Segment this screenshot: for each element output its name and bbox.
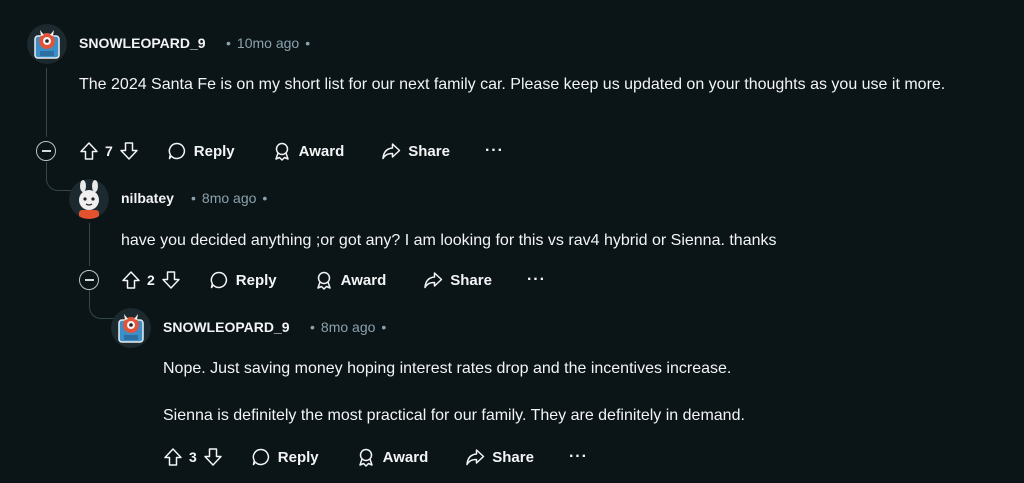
downvote-button[interactable] [119,141,139,161]
avatar-nilbatey-icon [69,179,109,219]
comment-body: have you decided anything ;or got any? I… [121,228,1011,254]
award-label: Award [298,142,345,160]
minus-circle-icon [84,279,94,281]
speech-bubble-icon [168,142,185,160]
comment-actions: 2 Reply Award Share ··· [121,264,546,296]
ellipsis-icon: ··· [568,448,588,465]
thread-connector [89,290,118,319]
share-button[interactable]: Share [381,141,450,161]
comment-meta: • 8mo ago • [191,190,273,206]
arrow-up-outline-icon [122,271,140,289]
arrow-down-outline-icon [120,142,138,160]
upvote-button[interactable] [121,270,141,290]
comment-author[interactable]: nilbatey [121,190,174,206]
downvote-button[interactable] [203,447,223,467]
comment-thread: SNOWLEOPARD_9 • 10mo ago • The 2024 Santa … [0,0,1024,483]
award-ribbon-icon [274,142,289,161]
ellipsis-icon: ··· [526,271,546,288]
avatar[interactable] [27,24,67,64]
comment-paragraph: have you decided anything ;or got any? I… [121,232,777,249]
comment-paragraph: Sienna is definitely the most practical … [163,407,745,424]
reply-button[interactable]: Reply [167,141,235,161]
collapse-button[interactable] [79,270,99,290]
share-label: Share [450,271,492,289]
vote-count: 7 [105,143,113,159]
more-options-button[interactable]: ··· [485,142,504,160]
separator-dot: • [262,190,268,206]
avatar-snowleopard-icon [111,308,151,348]
arrow-down-outline-icon [162,271,180,289]
reply-label: Reply [193,142,235,160]
avatar-snowleopard-icon [27,24,67,64]
reply-label: Reply [277,448,319,466]
award-ribbon-icon [316,271,331,290]
award-label: Award [340,271,387,289]
separator-dot: • [310,319,315,335]
comment-author[interactable]: SNOWLEOPARD_9 [79,35,206,51]
speech-bubble-icon [252,448,269,466]
vote-count: 2 [147,272,155,288]
arrow-down-outline-icon [204,448,222,466]
award-button[interactable]: Award [356,447,429,467]
upvote-button[interactable] [79,141,99,161]
thread-line [89,223,90,266]
speech-bubble-icon [210,271,227,289]
vote-control: 2 [121,270,181,290]
collapse-button[interactable] [36,141,56,161]
upvote-button[interactable] [163,447,183,467]
share-button[interactable]: Share [465,447,534,467]
share-arrow-icon [466,449,485,466]
minus-circle-icon [41,150,51,152]
separator-dot: • [305,35,311,51]
more-options-button[interactable]: ··· [527,271,546,289]
separator-dot: • [381,319,387,335]
vote-control: 7 [79,141,139,161]
share-arrow-icon [424,272,443,289]
award-button[interactable]: Award [314,270,387,290]
comment-paragraph: The 2024 Santa Fe is on my short list fo… [79,76,946,93]
vote-control: 3 [163,447,223,467]
arrow-up-outline-icon [164,448,182,466]
comment-meta: • 8mo ago • [310,319,392,335]
reply-label: Reply [235,271,277,289]
share-label: Share [492,448,534,466]
comment-actions: 7 Reply Award Share ··· [79,135,504,167]
avatar[interactable] [111,308,151,348]
comment-actions: 3 Reply Award Share ··· [163,441,588,473]
share-label: Share [408,142,450,160]
share-arrow-icon [382,143,401,160]
downvote-button[interactable] [161,270,181,290]
vote-count: 3 [189,449,197,465]
avatar[interactable] [69,179,109,219]
award-label: Award [382,448,429,466]
reply-button[interactable]: Reply [251,447,319,467]
comment-author[interactable]: SNOWLEOPARD_9 [163,319,290,335]
comment-meta: • 10mo ago • [226,35,316,51]
separator-dot: • [226,35,231,51]
ellipsis-icon: ··· [484,142,504,159]
award-button[interactable]: Award [272,141,345,161]
more-options-button[interactable]: ··· [569,448,588,466]
arrow-up-outline-icon [80,142,98,160]
award-ribbon-icon [358,448,373,467]
share-button[interactable]: Share [423,270,492,290]
comment-timestamp[interactable]: 10mo ago [237,35,299,51]
thread-connector [46,162,75,191]
thread-line [46,68,47,137]
comment-body: Nope. Just saving money hoping interest … [163,356,1013,429]
comment-body: The 2024 Santa Fe is on my short list fo… [79,72,1014,98]
reply-button[interactable]: Reply [209,270,277,290]
separator-dot: • [191,190,196,206]
comment-timestamp[interactable]: 8mo ago [202,190,256,206]
comment-timestamp[interactable]: 8mo ago [321,319,375,335]
comment-paragraph: Nope. Just saving money hoping interest … [163,360,732,377]
